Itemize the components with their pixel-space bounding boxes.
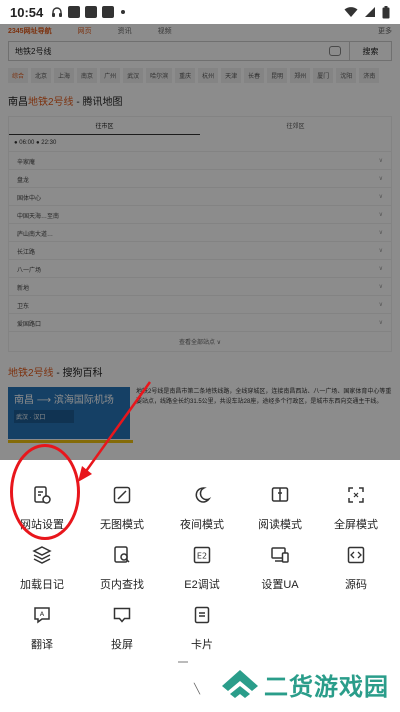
sheet-handle[interactable] [178, 661, 188, 663]
menu-item-label: E2调试 [184, 579, 220, 591]
find-in-page-icon [109, 542, 135, 568]
battery-icon [382, 5, 390, 18]
menu-item-label: 投屏 [111, 639, 133, 651]
menu-item-e2-debug[interactable]: E2 E2调试 [162, 542, 242, 602]
highlight-circle [10, 444, 80, 540]
menu-item-label: 夜间模式 [180, 519, 224, 531]
no-image-icon [109, 482, 135, 508]
book-icon [267, 482, 293, 508]
svg-text:A: A [40, 610, 45, 618]
sheet-collapse-icon[interactable]: ╲ [194, 684, 200, 695]
watermark-logo-icon [218, 664, 262, 705]
menu-item-fullscreen[interactable]: 全屏模式 [316, 482, 396, 542]
card-icon [189, 602, 215, 628]
device-icon [267, 542, 293, 568]
menu-item-label: 翻译 [31, 639, 53, 651]
menu-item-source[interactable]: 源码 [316, 542, 396, 602]
menu-item-set-ua[interactable]: 设置UA [240, 542, 320, 602]
svg-text:E2: E2 [197, 552, 207, 561]
menu-item-label: 页内查找 [100, 579, 144, 591]
status-time: 10:54 [10, 4, 44, 20]
notification-icon [68, 6, 81, 18]
menu-item-cast[interactable]: 投屏 [82, 602, 162, 662]
layers-icon [29, 542, 55, 568]
wifi-icon [344, 7, 358, 17]
more-notifications-icon [121, 10, 126, 14]
fullscreen-icon [343, 482, 369, 508]
menu-item-label: 卡片 [191, 639, 213, 651]
menu-item-card[interactable]: 卡片 [162, 602, 242, 662]
menu-item-label: 设置UA [261, 579, 299, 591]
signal-icon [365, 7, 375, 17]
cast-icon [109, 602, 135, 628]
menu-item-no-image[interactable]: 无图模式 [82, 482, 162, 542]
menu-item-translate[interactable]: A 翻译 [2, 602, 82, 662]
notification-icon [102, 6, 115, 18]
translate-icon: A [29, 602, 55, 628]
menu-item-night-mode[interactable]: 夜间模式 [162, 482, 242, 542]
menu-item-load-log[interactable]: 加载日记 [2, 542, 82, 602]
menu-item-reading-mode[interactable]: 阅读模式 [240, 482, 320, 542]
dim-overlay[interactable] [0, 24, 400, 460]
status-bar: 10:54 [0, 0, 400, 24]
moon-icon [189, 482, 215, 508]
menu-item-label: 全屏模式 [334, 519, 378, 531]
watermark-text: 二货游戏园 [264, 672, 389, 701]
code-icon [343, 542, 369, 568]
menu-item-label: 阅读模式 [258, 519, 302, 531]
menu-item-label: 源码 [345, 579, 367, 591]
headphones-icon [52, 7, 63, 17]
e2-icon: E2 [189, 542, 215, 568]
menu-item-label: 无图模式 [100, 519, 144, 531]
watermark: 二货游戏园 [218, 664, 389, 704]
menu-item-label: 加载日记 [20, 579, 64, 591]
notification-icon [85, 6, 98, 18]
menu-item-find-in-page[interactable]: 页内查找 [82, 542, 162, 602]
